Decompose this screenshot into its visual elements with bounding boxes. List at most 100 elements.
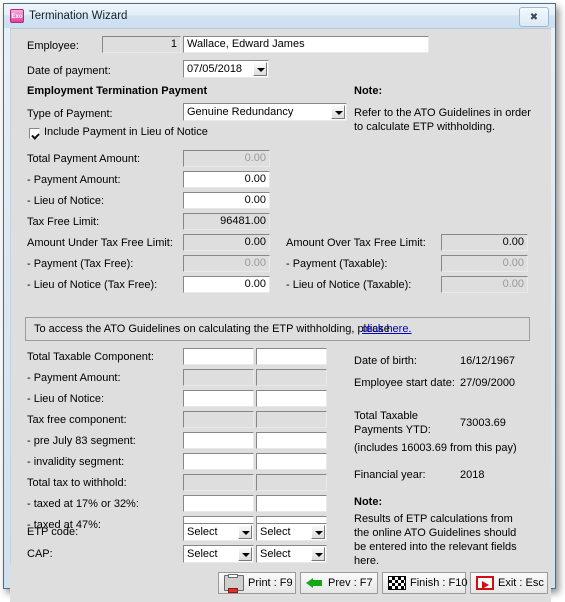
- component-row-label: - Payment Amount:: [27, 372, 121, 384]
- limit-row-label-left: - Lieu of Notice (Tax Free):: [27, 279, 158, 291]
- select-row-label: CAP:: [27, 548, 53, 560]
- ytd-value: 73003.69: [460, 417, 506, 429]
- limit-row-field-right: 0.00: [441, 276, 528, 293]
- chevron-down-icon[interactable]: [311, 525, 325, 539]
- select-combo-col2[interactable]: Select: [256, 523, 327, 541]
- component-row-field-col1[interactable]: [183, 453, 254, 470]
- limit-row-label-left: Amount Under Tax Free Limit:: [27, 237, 173, 249]
- note-text-line2: to calculate ETP withholding.: [354, 121, 496, 133]
- chevron-down-icon[interactable]: [253, 62, 267, 76]
- limit-row-field-right: 0.00: [441, 234, 528, 251]
- limit-row-label-left: - Payment (Tax Free):: [27, 258, 134, 270]
- dob-value: 16/12/1967: [460, 355, 516, 367]
- payment-row-field: 96481.00: [183, 213, 270, 230]
- component-row-field-col1: [183, 369, 254, 386]
- component-row-label: - pre July 83 segment:: [27, 435, 136, 447]
- component-row-field-col2[interactable]: [256, 390, 327, 407]
- footer-button-label: Prev : F7: [328, 577, 373, 589]
- component-row-label: - taxed at 17% or 32%:: [27, 498, 139, 510]
- ytd-label-line1: Total Taxable: [354, 410, 419, 422]
- type-of-payment-combo[interactable]: Genuine Redundancy: [183, 103, 347, 121]
- component-row-field-col2[interactable]: [256, 432, 327, 449]
- footer-button-label: Finish : F10: [410, 577, 468, 589]
- chevron-down-icon[interactable]: [238, 547, 252, 561]
- date-of-payment-value: 07/05/2018: [187, 63, 243, 75]
- printer-icon: [224, 574, 244, 593]
- exit-door-icon: [476, 576, 494, 590]
- component-row-field-col2[interactable]: [256, 453, 327, 470]
- select-combo-value: Select: [260, 526, 291, 538]
- component-row-field-col1[interactable]: [183, 348, 254, 365]
- component-row-label: Total tax to withhold:: [27, 477, 127, 489]
- date-of-payment-combo[interactable]: 07/05/2018: [183, 60, 269, 78]
- note-bottom-line3: be entered into the relevant fields: [354, 541, 517, 553]
- ato-guidelines-text: To access the ATO Guidelines on calculat…: [34, 323, 390, 335]
- wizard-client-area: Employee: 1 Wallace, Edward James Date o…: [10, 28, 551, 567]
- financial-year-value: 2018: [460, 469, 485, 481]
- chevron-down-icon[interactable]: [331, 105, 345, 119]
- employee-code-field[interactable]: 1: [102, 36, 181, 53]
- note-bottom-line1: Results of ETP calculations from: [354, 513, 513, 525]
- dob-label: Date of birth:: [354, 355, 417, 367]
- include-lieu-checkbox[interactable]: [29, 128, 40, 139]
- limit-row-field-right: 0.00: [441, 255, 528, 272]
- footer-button-exit[interactable]: Exit : Esc: [470, 572, 548, 594]
- component-row-label: - invalidity segment:: [27, 456, 125, 468]
- ytd-label-line2: Payments YTD:: [354, 424, 431, 436]
- note-bottom-line2: the online ATO Guidelines should: [354, 527, 517, 539]
- footer-button-finish[interactable]: Finish : F10: [382, 572, 468, 594]
- footer-button-prev[interactable]: Prev : F7: [300, 572, 378, 594]
- footer-button-bar: Print : F9 Prev : F7 Finish : F10 Exit : Es…: [10, 565, 551, 602]
- close-icon[interactable]: ✖: [519, 7, 549, 27]
- component-row-field-col2[interactable]: [256, 348, 327, 365]
- section-title: Employment Termination Payment: [27, 85, 208, 97]
- limit-row-label-right: - Lieu of Notice (Taxable):: [286, 279, 412, 291]
- select-combo-value: Select: [187, 526, 218, 538]
- termination-wizard-window: Exo Termination Wizard ✖ Employee: 1 Wal…: [3, 3, 556, 602]
- component-row-field-col1[interactable]: [183, 495, 254, 512]
- employee-label: Employee:: [27, 40, 79, 52]
- payment-row-label: - Payment Amount:: [27, 174, 121, 186]
- component-row-field-col1[interactable]: [183, 390, 254, 407]
- select-combo-value: Select: [260, 548, 291, 560]
- component-row-field-col1: [183, 474, 254, 491]
- note-text-line1: Refer to the ATO Guidelines in order: [354, 107, 531, 119]
- component-row-label: Tax free component:: [27, 414, 127, 426]
- payment-row-field: 0.00: [183, 150, 270, 167]
- type-of-payment-value: Genuine Redundancy: [187, 106, 294, 118]
- component-row-field-col1[interactable]: [183, 432, 254, 449]
- chevron-down-icon[interactable]: [311, 547, 325, 561]
- component-row-field-col2[interactable]: [256, 495, 327, 512]
- payment-row-field[interactable]: 0.00: [183, 192, 270, 209]
- click-here-link[interactable]: click here.: [362, 323, 412, 335]
- component-row-field-col2: [256, 411, 327, 428]
- select-combo-col2[interactable]: Select: [256, 545, 327, 563]
- employee-name-field[interactable]: Wallace, Edward James: [183, 36, 429, 53]
- note-label-bottom: Note:: [354, 496, 383, 508]
- component-row-label: - Lieu of Notice:: [27, 393, 105, 405]
- limit-row-field-left: 0.00: [183, 255, 270, 272]
- component-row-field-col2: [256, 369, 327, 386]
- date-of-payment-label: Date of payment:: [27, 65, 111, 77]
- component-row-field-col1: [183, 411, 254, 428]
- limit-row-label-right: - Payment (Taxable):: [286, 258, 388, 270]
- component-row-field-col2: [256, 474, 327, 491]
- payment-row-field[interactable]: 0.00: [183, 171, 270, 188]
- chevron-down-icon[interactable]: [238, 525, 252, 539]
- checkered-flag-icon: [388, 576, 406, 590]
- select-combo-col1[interactable]: Select: [183, 523, 254, 541]
- limit-row-field-left: 0.00: [183, 234, 270, 251]
- include-lieu-label: Include Payment in Lieu of Notice: [44, 126, 208, 138]
- limit-row-label-right: Amount Over Tax Free Limit:: [286, 237, 426, 249]
- payment-row-label: - Lieu of Notice:: [27, 195, 105, 207]
- footer-button-print[interactable]: Print : F9: [218, 572, 296, 594]
- limit-row-field-left[interactable]: 0.00: [183, 276, 270, 293]
- exo-app-icon: Exo: [10, 9, 24, 23]
- payment-row-label: Tax Free Limit:: [27, 216, 100, 228]
- payment-row-label: Total Payment Amount:: [27, 153, 141, 165]
- select-row-label: ETP code:: [27, 526, 79, 538]
- type-of-payment-label: Type of Payment:: [27, 108, 113, 120]
- note-label-top: Note:: [354, 85, 383, 97]
- select-combo-col1[interactable]: Select: [183, 545, 254, 563]
- left-arrow-icon: [306, 576, 324, 590]
